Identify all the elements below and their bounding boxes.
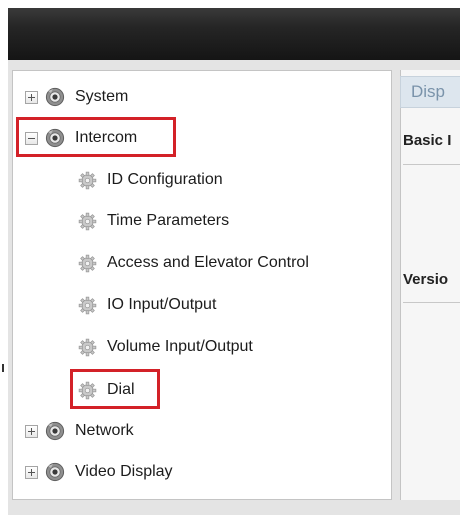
tree-item-label: Video Display <box>75 463 173 480</box>
tree-item-label: ID Configuration <box>107 171 223 188</box>
tree-item-label: Network <box>75 422 134 439</box>
expand-plus-icon[interactable] <box>25 465 38 479</box>
edge-mark <box>2 364 4 372</box>
tree-item-label: Volume Input/Output <box>107 338 253 355</box>
camera-icon <box>45 462 65 482</box>
camera-icon <box>45 87 65 107</box>
basic-info-heading: Basic I <box>403 132 452 149</box>
version-heading: Versio <box>403 271 449 288</box>
tree-item-volume-input-output[interactable]: Volume Input/Output <box>78 334 253 360</box>
expand-plus-icon[interactable] <box>25 90 38 104</box>
highlight-box-intercom <box>16 117 176 157</box>
gear-icon <box>78 254 97 273</box>
tree-item-network[interactable]: Network <box>25 418 134 444</box>
camera-icon <box>45 421 65 441</box>
tab-display[interactable]: Disp <box>400 76 460 108</box>
tree-item-label: Time Parameters <box>107 212 230 229</box>
tree-item-system[interactable]: System <box>25 84 128 110</box>
tree-item-label: IO Input/Output <box>107 296 217 313</box>
gear-icon <box>78 171 97 190</box>
tree-item-video-display[interactable]: Video Display <box>25 459 173 485</box>
tree-item-label: System <box>75 88 129 105</box>
window-title-bar <box>8 8 460 60</box>
divider <box>403 164 460 165</box>
gear-icon <box>78 296 97 315</box>
tab-display-label: Disp <box>411 82 446 101</box>
tree-item-access-elevator-control[interactable]: Access and Elevator Control <box>78 250 309 276</box>
tree-item-io-input-output[interactable]: IO Input/Output <box>78 292 216 318</box>
divider <box>403 302 460 303</box>
tree-item-label: Access and Elevator Control <box>107 254 309 271</box>
tree-item-time-parameters[interactable]: Time Parameters <box>78 208 229 234</box>
gear-icon <box>78 338 97 357</box>
gear-icon <box>78 212 97 231</box>
expand-plus-icon[interactable] <box>25 424 38 438</box>
tree-item-id-configuration[interactable]: ID Configuration <box>78 167 223 193</box>
highlight-box-dial <box>70 369 160 409</box>
